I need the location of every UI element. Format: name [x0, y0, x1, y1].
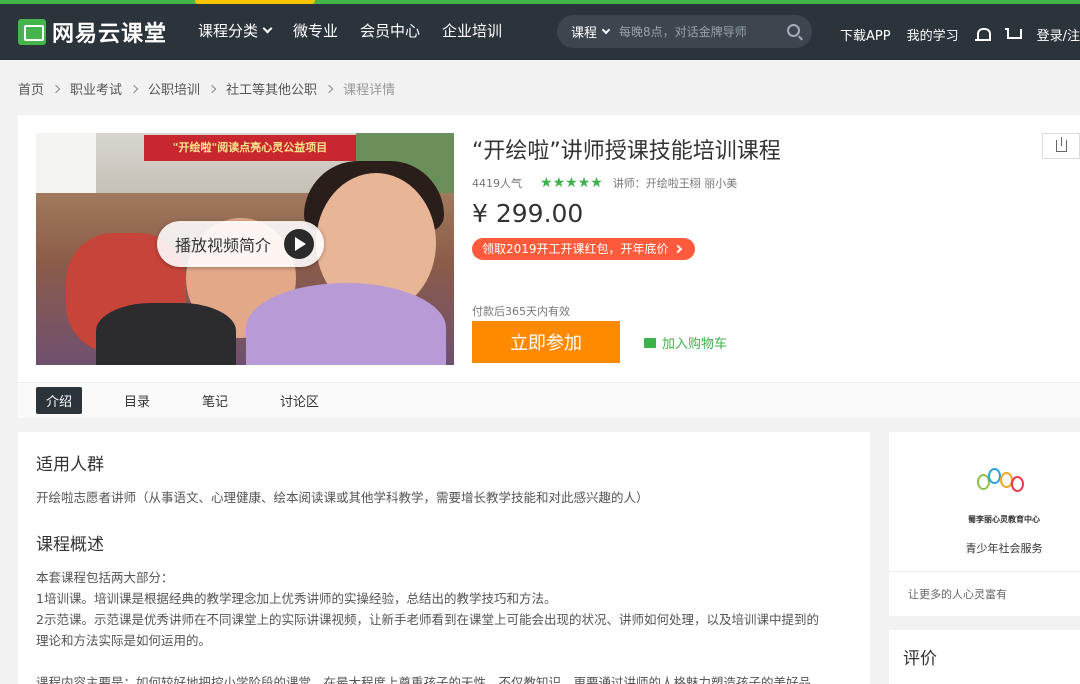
review-title: 评价	[903, 649, 937, 669]
child-shirt	[96, 303, 236, 365]
tab-discussion[interactable]: 讨论区	[270, 387, 329, 414]
organization-name: 蜀李丽心灵教育中心	[968, 515, 1040, 524]
overview-line: 本套课程包括两大部分：	[36, 570, 174, 585]
logo-text: 网易云课堂	[52, 22, 168, 47]
chevron-right-icon	[129, 84, 139, 93]
nav-micro-major[interactable]: 微专业	[293, 20, 338, 41]
validity-note: 付款后365天内有效	[472, 305, 570, 318]
divider	[889, 571, 1080, 572]
breadcrumb: 首页 职业考试 公职培训 社工等其他公职 课程详情	[18, 79, 395, 98]
overview-line: 1培训课。培训课是根据经典的教学理念加上优秀讲师的实操经验，总结出的教学技巧和方…	[36, 591, 557, 606]
tab-intro[interactable]: 介绍	[36, 387, 83, 414]
logo-icon	[18, 19, 46, 45]
tab-notes[interactable]: 笔记	[192, 387, 238, 414]
cart-icon[interactable]	[1004, 27, 1022, 42]
popularity-count: 4419人气	[472, 177, 522, 190]
breadcrumb-exam[interactable]: 职业考试	[70, 79, 122, 98]
nav-member-center[interactable]: 会员中心	[360, 20, 420, 41]
my-learning-link[interactable]: 我的学习	[907, 25, 959, 44]
download-app-link[interactable]: 下载APP	[840, 25, 891, 44]
search-icon[interactable]	[787, 24, 800, 37]
overview-line: 理论和方法实际是如何运用的。	[36, 633, 212, 648]
star-icon: ★	[552, 175, 566, 191]
balloon-icon	[988, 468, 1001, 484]
teacher-info[interactable]: 讲师：开绘啦王栩 丽小美	[613, 175, 738, 191]
share-button[interactable]	[1042, 133, 1080, 159]
organization-slogan: 让更多的人心灵富有	[908, 588, 1007, 601]
chevron-down-icon	[601, 25, 611, 34]
star-icon: ★	[540, 175, 553, 191]
star-icon: ★	[565, 175, 578, 191]
login-link[interactable]: 登录/注	[1037, 25, 1080, 44]
video-banner: "开绘啦"阅读点亮心灵公益项目	[144, 135, 356, 161]
breadcrumb-current: 课程详情	[343, 83, 396, 98]
nav-enterprise-training[interactable]: 企业培训	[442, 20, 502, 41]
play-icon	[284, 229, 314, 259]
chevron-down-icon	[262, 23, 273, 34]
share-icon	[1056, 137, 1067, 152]
overview-line: 课程内容主要是：如何较好地把控小学阶段的课堂，在最大程度上尊重孩子的天性，不仅教…	[36, 675, 812, 684]
play-video-label: 播放视频简介	[175, 236, 272, 255]
audience-text: 开绘啦志愿者讲师（从事语文、心理健康、绘本阅读课或其他学科教学，需要增长教学技能…	[36, 490, 649, 505]
chevron-right-icon	[51, 84, 61, 93]
star-icon: ★	[590, 175, 603, 191]
breadcrumb-social[interactable]: 社工等其他公职	[226, 79, 317, 98]
chevron-right-icon	[324, 84, 334, 93]
breadcrumb-civil[interactable]: 公职培训	[148, 79, 200, 98]
coupon-label: 领取2019开工开课红包，开年底价	[482, 242, 669, 256]
promo-strip	[195, 0, 315, 4]
video-preview[interactable]: "开绘啦"阅读点亮心灵公益项目 播放视频简介	[36, 133, 454, 365]
top-navigation-bar: 网易云课堂 课程分类 微专业 会员中心 企业培训 课程 下载APP 我的学习 登…	[0, 0, 1080, 60]
cart-icon	[644, 337, 656, 348]
chevron-right-icon	[673, 244, 682, 254]
user-nav: 下载APP 我的学习 登录/注	[840, 25, 1080, 44]
add-to-cart-label: 加入购物车	[662, 337, 728, 352]
video-window	[36, 133, 96, 193]
breadcrumb-home[interactable]: 首页	[18, 79, 44, 98]
course-price: ¥ 299.00	[472, 199, 584, 228]
organization-logo-icon	[975, 468, 1025, 514]
course-intro-panel: 适用人群 开绘啦志愿者讲师（从事语文、心理健康、绘本阅读课或其他学科教学，需要增…	[18, 432, 870, 684]
search-bar: 课程	[557, 15, 812, 48]
star-icon: ★	[577, 175, 591, 191]
course-tabs: 介绍 目录 笔记 讨论区	[18, 382, 1080, 418]
main-nav: 课程分类 微专业 会员中心 企业培训	[198, 20, 502, 41]
balloon-icon	[1011, 476, 1024, 492]
child-shirt	[246, 283, 446, 365]
overview-title: 课程概述	[36, 535, 104, 555]
course-title: “开绘啦”讲师授课技能培训课程	[472, 139, 781, 164]
bell-icon[interactable]	[974, 27, 991, 42]
overview-line: 2示范课。示范课是优秀讲师在不同课堂上的实际讲课视频，让新手老师看到在课堂上可能…	[36, 612, 819, 627]
play-video-button[interactable]: 播放视频简介	[157, 221, 324, 267]
search-category-select[interactable]: 课程	[557, 22, 611, 41]
course-meta: 4419人气 ★ ★ ★ ★ ★ 讲师：开绘啦王栩 丽小美	[472, 175, 737, 191]
organization-subtitle: 青少年社会服务	[965, 542, 1043, 555]
nav-course-categories[interactable]: 课程分类	[198, 20, 273, 41]
review-card: 评价	[889, 630, 1080, 684]
tab-catalog[interactable]: 目录	[114, 387, 160, 414]
join-now-button[interactable]: 立即参加	[472, 321, 620, 363]
search-input[interactable]	[619, 24, 770, 39]
site-logo[interactable]: 网易云课堂	[18, 16, 167, 48]
course-card: "开绘啦"阅读点亮心灵公益项目 播放视频简介 “开绘啦”讲师授课技能培训课程 4…	[18, 115, 1080, 418]
coupon-button[interactable]: 领取2019开工开课红包，开年底价	[472, 238, 695, 260]
audience-title: 适用人群	[36, 455, 104, 475]
rating-stars: ★ ★ ★ ★ ★	[540, 176, 603, 190]
add-to-cart-button[interactable]: 加入购物车	[644, 333, 727, 352]
chevron-right-icon	[207, 84, 217, 93]
organization-card[interactable]: 蜀李丽心灵教育中心 青少年社会服务 让更多的人心灵富有	[889, 432, 1080, 616]
